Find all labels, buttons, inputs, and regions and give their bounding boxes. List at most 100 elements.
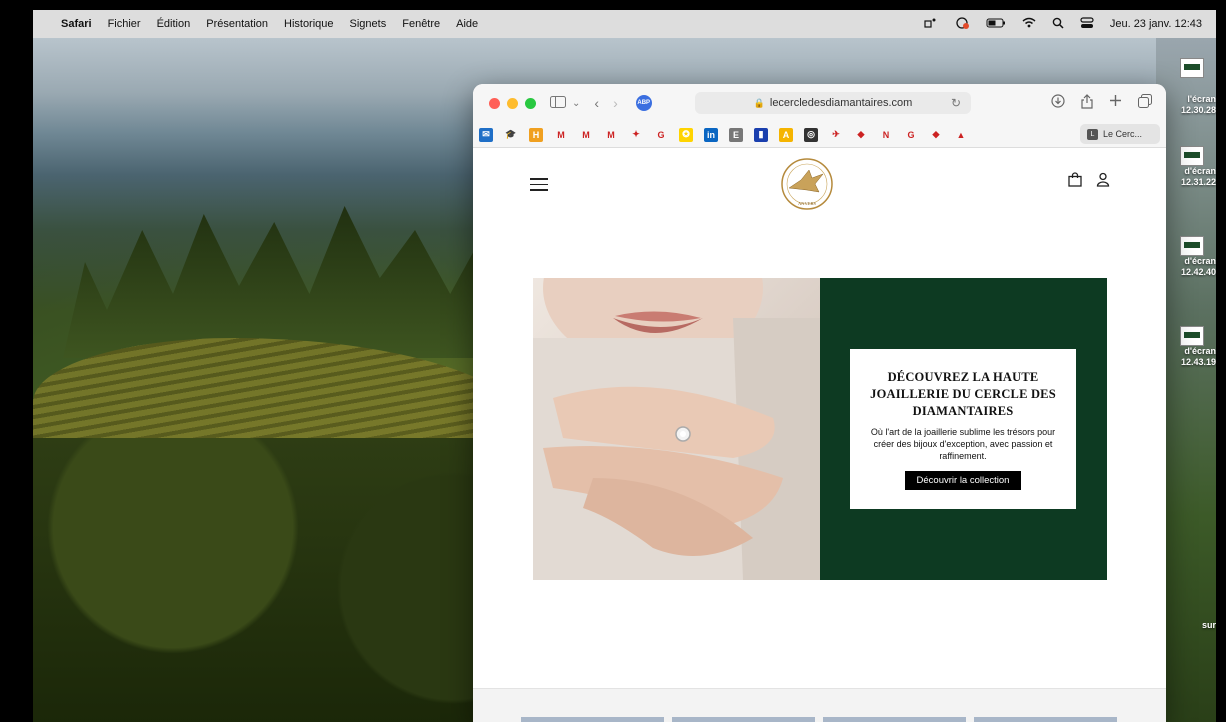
menu-fenetre[interactable]: Fenêtre	[402, 18, 440, 30]
desktop-screenshot-2[interactable]: d'écran 12.31.22	[1160, 146, 1216, 188]
traffic-lights	[489, 97, 536, 109]
favorites-bar: ✉ 🎓 H M M M ✦ G ✪ in E ▮ A ◎ ✈ ◆ N G ◆ ▲ L Le Cerc...	[473, 122, 1166, 148]
reload-icon[interactable]: ↻	[951, 96, 961, 110]
menu-edition[interactable]: Édition	[157, 18, 191, 30]
desktop-item-5[interactable]: sur	[1160, 620, 1216, 631]
wallpaper-trees	[63, 206, 503, 358]
screenshot-thumbnail-icon	[1180, 146, 1204, 166]
bookmark-5-icon[interactable]: M	[604, 127, 618, 142]
menu-clock[interactable]: Jeu. 23 janv. 12:43	[1110, 18, 1202, 30]
bookmark-0-icon[interactable]: ✉	[479, 127, 493, 142]
tab-le-cercle[interactable]: L Le Cerc...	[1080, 124, 1160, 144]
menu-historique[interactable]: Historique	[284, 18, 334, 30]
menu-fichier[interactable]: Fichier	[108, 18, 141, 30]
desktop-icon-time: 12.42.40	[1180, 267, 1216, 277]
desktop-screenshot-1[interactable]: l'écran 12.30.28	[1160, 94, 1216, 116]
bookmark-10-icon[interactable]: E	[729, 127, 743, 142]
site-header: ANVERS	[473, 148, 1166, 218]
bookmark-17-icon[interactable]: G	[904, 127, 918, 142]
bookmark-12-icon[interactable]: A	[779, 127, 793, 142]
desktop-screenshot-3[interactable]: d'écran 12.42.40	[1160, 236, 1216, 278]
desktop-icon-time: 12.30.28	[1180, 105, 1216, 115]
menu-app-safari[interactable]: Safari	[61, 18, 92, 30]
bookmark-11-icon[interactable]: ▮	[754, 127, 768, 142]
wifi-icon[interactable]	[1022, 17, 1036, 31]
desktop-icon-label: d'écran	[1184, 166, 1216, 176]
bookmark-9-icon[interactable]: in	[704, 127, 718, 142]
desktop-icon-label: d'écran	[1184, 346, 1216, 356]
collection-card[interactable]	[823, 717, 966, 722]
collection-card[interactable]	[672, 717, 815, 722]
screenshot-thumbnail-icon	[1180, 236, 1204, 256]
tab-title: Le Cerc...	[1103, 129, 1143, 139]
extension-icon[interactable]	[924, 17, 938, 32]
promo-description: Où l'art de la joaillerie sublime les tr…	[870, 427, 1056, 461]
hero-image	[533, 278, 820, 580]
desktop-icon-label: l'écran	[1187, 94, 1216, 104]
battery-icon[interactable]	[986, 18, 1006, 31]
browser-toolbar: ⌄ ‹ › ABP 🔒 lecercledesdiamantaires.com …	[473, 84, 1166, 122]
lock-icon: 🔒	[753, 97, 765, 108]
chevron-down-icon[interactable]: ⌄	[572, 98, 580, 109]
bookmark-13-icon[interactable]: ◎	[804, 127, 818, 142]
next-section	[473, 688, 1166, 722]
account-icon[interactable]	[1096, 172, 1110, 192]
downloads-icon[interactable]	[1051, 94, 1065, 112]
bookmark-4-icon[interactable]: M	[579, 127, 593, 142]
menu-aide[interactable]: Aide	[456, 18, 478, 30]
desktop-icon-time: 12.31.22	[1180, 177, 1216, 187]
desktop-icon-label: sur	[1201, 620, 1216, 630]
hands-with-ring-image	[533, 278, 820, 580]
control-center-icon[interactable]	[1080, 16, 1094, 32]
desktop-screenshot-0[interactable]	[1160, 58, 1216, 78]
address-bar[interactable]: 🔒 lecercledesdiamantaires.com ↻	[695, 92, 971, 114]
discover-collection-button[interactable]: Découvrir la collection	[904, 471, 1022, 490]
search-icon[interactable]	[1052, 17, 1064, 32]
share-icon[interactable]	[1081, 94, 1093, 112]
bookmark-6-icon[interactable]: ✦	[629, 127, 643, 142]
bookmark-16-icon[interactable]: N	[879, 127, 893, 142]
tab-overview-icon[interactable]	[1138, 94, 1152, 112]
desktop-screenshot-4[interactable]: d'écran 12.43.19	[1160, 326, 1216, 368]
sidebar-toggle-icon[interactable]	[550, 95, 566, 111]
collection-card[interactable]	[521, 717, 664, 722]
desktop-icon-label: d'écran	[1184, 256, 1216, 266]
header-actions	[1068, 172, 1110, 192]
menu-signets[interactable]: Signets	[350, 18, 387, 30]
toolbar-right-actions	[1051, 94, 1152, 112]
bookmark-19-icon[interactable]: ▲	[954, 127, 968, 142]
screenshot-thumbnail-icon	[1180, 58, 1204, 78]
bookmark-18-icon[interactable]: ◆	[929, 127, 943, 142]
logo-anvers-text: ANVERS	[798, 201, 816, 206]
safari-window: ⌄ ‹ › ABP 🔒 lecercledesdiamantaires.com …	[473, 84, 1166, 722]
minimize-window-button[interactable]	[507, 97, 518, 109]
forward-arrow-icon[interactable]: ›	[613, 95, 618, 111]
promo-title: DÉCOUVREZ LA HAUTE JOAILLERIE DU CERCLE …	[870, 370, 1056, 418]
brand-logo[interactable]: ANVERS	[779, 156, 835, 212]
shopping-bag-icon[interactable]	[1068, 172, 1082, 192]
accessibility-icon[interactable]	[954, 16, 970, 32]
promo-card: DÉCOUVREZ LA HAUTE JOAILLERIE DU CERCLE …	[850, 349, 1076, 509]
bookmark-1-icon[interactable]: 🎓	[504, 127, 518, 142]
adblock-plus-icon[interactable]: ABP	[635, 95, 652, 111]
close-window-button[interactable]	[489, 97, 500, 109]
new-tab-icon[interactable]	[1109, 94, 1122, 112]
menu-bar: Safari Fichier Édition Présentation Hist…	[33, 10, 1216, 38]
hamburger-menu-icon[interactable]	[530, 178, 548, 195]
site-favicon-icon: L	[1087, 128, 1098, 140]
collection-card[interactable]	[974, 717, 1117, 722]
bookmark-2-icon[interactable]: H	[529, 127, 543, 142]
menu-presentation[interactable]: Présentation	[206, 18, 268, 30]
bookmark-7-icon[interactable]: G	[654, 127, 668, 142]
screenshot-thumbnail-icon	[1180, 326, 1204, 346]
bookmark-8-icon[interactable]: ✪	[679, 127, 693, 142]
hero-green-panel: DÉCOUVREZ LA HAUTE JOAILLERIE DU CERCLE …	[820, 278, 1107, 580]
hero-banner: DÉCOUVREZ LA HAUTE JOAILLERIE DU CERCLE …	[533, 278, 1107, 580]
bookmark-3-icon[interactable]: M	[554, 127, 568, 142]
bookmark-14-icon[interactable]: ✈	[829, 127, 843, 142]
url-text: lecercledesdiamantaires.com	[769, 97, 913, 109]
back-arrow-icon[interactable]: ‹	[594, 95, 599, 111]
bookmark-15-icon[interactable]: ◆	[854, 127, 868, 142]
zoom-window-button[interactable]	[525, 97, 536, 109]
desktop-icon-time: 12.43.19	[1180, 357, 1216, 367]
